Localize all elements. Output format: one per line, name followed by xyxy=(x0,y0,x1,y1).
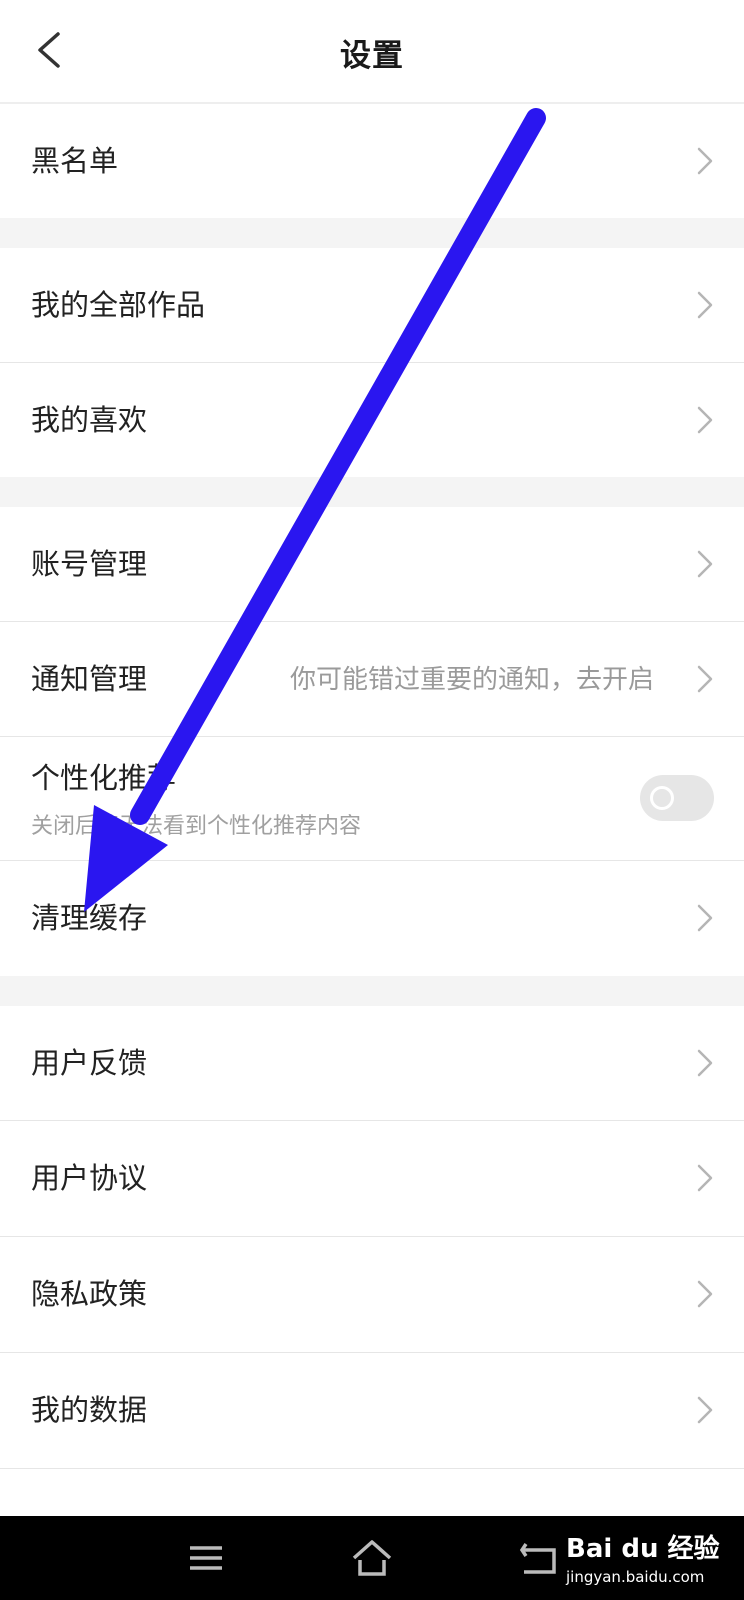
watermark-url: jingyan.baidu.com xyxy=(566,1568,705,1586)
settings-item-label: 清理缓存 xyxy=(31,901,148,935)
settings-item-label: 隐私政策 xyxy=(31,1277,148,1311)
settings-item-account[interactable]: 账号管理 xyxy=(0,507,744,622)
system-nav-bar: Bai du 经验 jingyan.baidu.com xyxy=(0,1516,744,1600)
home-icon xyxy=(352,1540,392,1576)
settings-item-blacklist[interactable]: 黑名单 xyxy=(0,104,744,218)
settings-item-label: 账号管理 xyxy=(31,547,148,581)
baidu-jingyan-watermark: Bai du 经验 jingyan.baidu.com xyxy=(566,1528,726,1592)
chevron-right-icon xyxy=(697,1049,713,1077)
system-back-button[interactable] xyxy=(514,1534,562,1582)
menu-button[interactable] xyxy=(182,1534,230,1582)
settings-item-subtitle: 关闭后将无法看到个性化推荐内容 xyxy=(31,814,362,839)
top-bar: 设置 xyxy=(0,0,744,104)
settings-item-label: 我的数据 xyxy=(31,1393,148,1427)
menu-icon xyxy=(190,1546,222,1570)
section-gap xyxy=(0,218,744,248)
watermark-brand: Bai du 经验 xyxy=(566,1534,720,1564)
back-icon xyxy=(519,1543,556,1574)
settings-item-label: 我的喜欢 xyxy=(31,403,148,437)
chevron-right-icon xyxy=(697,406,713,434)
settings-item-label: 我的全部作品 xyxy=(31,288,206,322)
toggle-knob xyxy=(650,786,674,810)
page-title: 设置 xyxy=(340,38,404,74)
settings-item-my-data[interactable]: 我的数据 xyxy=(0,1353,744,1469)
settings-item-privacy[interactable]: 隐私政策 xyxy=(0,1237,744,1353)
home-button[interactable] xyxy=(348,1534,396,1582)
settings-item-label: 用户反馈 xyxy=(31,1046,148,1080)
chevron-right-icon xyxy=(697,665,713,693)
chevron-right-icon xyxy=(697,1280,713,1308)
settings-item-personalized: 个性化推荐 关闭后将无法看到个性化推荐内容 xyxy=(0,737,744,861)
chevron-right-icon xyxy=(697,1396,713,1424)
settings-item-clear-cache[interactable]: 清理缓存 xyxy=(0,861,744,976)
settings-item-label: 个性化推荐 xyxy=(31,761,177,795)
settings-item-agreement[interactable]: 用户协议 xyxy=(0,1121,744,1237)
settings-item-feedback[interactable]: 用户反馈 xyxy=(0,1006,744,1121)
section-gap xyxy=(0,477,744,507)
notification-hint: 你可能错过重要的通知，去开启 xyxy=(289,665,654,695)
chevron-right-icon xyxy=(697,904,713,932)
chevron-right-icon xyxy=(697,550,713,578)
personalized-toggle[interactable] xyxy=(640,775,714,821)
section-gap xyxy=(0,976,744,1006)
chevron-right-icon xyxy=(697,147,713,175)
chevron-right-icon xyxy=(697,1164,713,1192)
settings-item-my-works[interactable]: 我的全部作品 xyxy=(0,248,744,363)
settings-item-label: 黑名单 xyxy=(31,144,119,178)
chevron-right-icon xyxy=(697,291,713,319)
settings-item-label: 用户协议 xyxy=(31,1161,148,1195)
settings-item-my-likes[interactable]: 我的喜欢 xyxy=(0,363,744,477)
settings-item-notifications[interactable]: 通知管理 你可能错过重要的通知，去开启 xyxy=(0,622,744,737)
settings-item-label: 通知管理 xyxy=(31,662,148,696)
